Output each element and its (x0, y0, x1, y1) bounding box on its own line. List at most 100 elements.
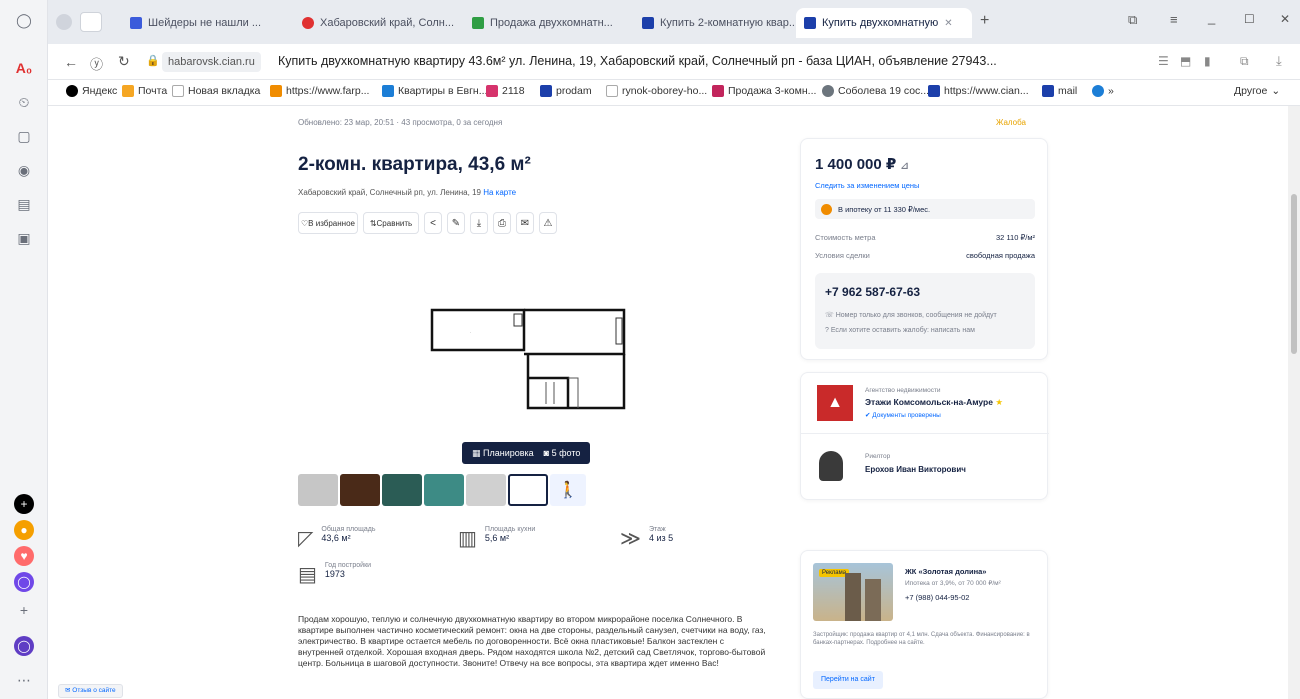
report-link[interactable]: Жалоба (996, 118, 1026, 127)
print-button[interactable]: ⎙ (493, 212, 511, 234)
app-icon-4[interactable]: ◯ (14, 572, 34, 592)
bookmark-soboleva[interactable]: Соболева 19 сос... (822, 85, 929, 97)
app-icon-3[interactable]: ♥ (14, 546, 34, 566)
extensions-icon[interactable]: ⧉ (1240, 54, 1249, 69)
bookmark-new-tab[interactable]: Новая вкладка (172, 85, 260, 97)
page-scrollbar[interactable] (1288, 106, 1300, 699)
bookmark-mail[interactable]: Почта (122, 85, 167, 97)
screenshot-icon[interactable]: ▣ (12, 226, 36, 250)
notes-icon[interactable]: ▤ (12, 192, 36, 216)
new-tab-icon[interactable]: + (980, 12, 989, 30)
map-link[interactable]: На карте (483, 188, 516, 197)
pencil-icon: ✎ (451, 217, 461, 229)
phone-number[interactable]: +7 962 587-67-63 (825, 285, 920, 299)
feedback-link[interactable]: ✉ Отзыв о сайте (58, 684, 123, 698)
thumbnail-active[interactable] (508, 474, 548, 506)
bookmark-prodam[interactable]: prodam (540, 85, 592, 97)
agent-name[interactable]: Ерохов Иван Викторович (865, 465, 966, 474)
tab-1[interactable]: Шейдеры не нашли ... (122, 8, 292, 38)
download-arrow-icon[interactable]: ⤓ (1276, 53, 1282, 69)
agency-logo-icon[interactable]: ▲ (817, 385, 853, 421)
compare-button[interactable]: ⇅ Сравнить (363, 212, 419, 234)
agency-name-text: Этажи Комсомольск-на-Амуре (865, 397, 993, 407)
share-button[interactable]: < (424, 212, 442, 234)
edit-button[interactable]: ✎ (447, 212, 465, 234)
close-window-icon[interactable]: ✕ (1280, 12, 1290, 26)
ad-phone[interactable]: +7 (988) 044-95-02 (905, 593, 969, 602)
params-block: ◸ Общая площадь 43,6 м² ▥ Площадь кухни 5,… (298, 526, 718, 606)
ad-image[interactable]: Реклама (813, 563, 893, 621)
thumbnail[interactable] (424, 474, 464, 506)
phone-small-icon: ☏ (825, 312, 836, 319)
bookmark-flats[interactable]: Квартиры в Евгн... (382, 85, 487, 97)
url-title-field[interactable]: Купить двухкомнатную квартиру 43.6м² ул.… (278, 54, 1138, 68)
bookmark-farp[interactable]: https://www.farp... (270, 85, 369, 97)
yandex-icon[interactable]: ⓨ (90, 54, 103, 73)
plan-toggle[interactable]: ▦ Планировка (472, 448, 534, 459)
chat-icon: ✉ (520, 217, 530, 229)
bookmark-mail-ru[interactable]: mail (1042, 85, 1077, 97)
downloads-icon[interactable]: ⬒ (1180, 54, 1191, 68)
favorite-button[interactable]: ♡ В избранное (298, 212, 358, 234)
price-watch-link[interactable]: Следить за изменением цены (815, 181, 919, 190)
app-icon-1[interactable]: + (14, 494, 34, 514)
history-icon[interactable]: ⏲ (12, 90, 36, 114)
bookmark-icon[interactable]: ▮ (1204, 54, 1211, 68)
tab-5-active[interactable]: Купить двухкомнатную ✕ (796, 8, 972, 38)
collections-icon[interactable]: ▢ (12, 124, 36, 148)
add-app-icon[interactable]: + (12, 598, 36, 622)
complaint-note-text[interactable]: Если хотите оставить жалобу: написать на… (831, 327, 975, 334)
alice-icon[interactable]: ◯ (12, 8, 36, 32)
bookmark-2118[interactable]: 2118 (486, 85, 525, 97)
reader-icon[interactable]: ☰ (1158, 54, 1169, 68)
bookmark-rynok[interactable]: rynok-oborey-ho... (606, 85, 707, 97)
page-content: Обновлено: 23 мар, 20:51 · 43 просмотра,… (48, 106, 1288, 699)
lock-icon[interactable]: 🔒 (146, 54, 160, 67)
back-arrow-icon[interactable]: ← (64, 54, 78, 70)
bookmark-other[interactable]: Другое ⌄ (1234, 85, 1280, 97)
complain-button[interactable]: ⚠ (539, 212, 557, 234)
download-button[interactable]: ⤓ (470, 212, 488, 234)
more-icon[interactable]: ⋯ (12, 668, 36, 692)
photos-toggle[interactable]: ◙ 5 фото (544, 448, 581, 458)
thumbnail[interactable] (382, 474, 422, 506)
param-value: 43,6 м² (321, 533, 351, 543)
print-icon: ⎙ (498, 217, 506, 229)
maximize-icon[interactable]: ☐ (1244, 12, 1255, 26)
reload-icon[interactable]: ↻ (118, 53, 130, 70)
app-icon-5[interactable]: ◯ (14, 636, 34, 656)
domain-badge[interactable]: habarovsk.cian.ru (162, 52, 261, 72)
thumbnail[interactable] (466, 474, 506, 506)
bookmark-extra[interactable]: » (1092, 85, 1114, 97)
tab-3[interactable]: Продажа двухкомнатн... (464, 8, 632, 38)
tab-4[interactable]: Купить 2-комнатную квар... (634, 8, 802, 38)
mortgage-banner[interactable]: В ипотеку от 11 330 ₽/мес. (815, 199, 1035, 219)
param-label: Год постройки (324, 562, 372, 569)
tab-group-icon[interactable] (56, 14, 72, 30)
kitchen-icon: ▥ (458, 528, 477, 550)
floor-plan-image[interactable]: · (428, 304, 628, 414)
ad-title[interactable]: ЖК «Золотая долина» (905, 567, 986, 576)
scrollbar-thumb[interactable] (1291, 194, 1297, 354)
agency-name[interactable]: Этажи Комсомольск-на-Амуре ★ (865, 397, 1003, 408)
thumbnail[interactable] (298, 474, 338, 506)
thumbnail[interactable] (340, 474, 380, 506)
price-history-icon[interactable]: ⊿ (901, 161, 909, 172)
ad-site-button[interactable]: Перейти на сайт (813, 671, 883, 689)
bookmark-label: https://www.farp... (286, 85, 370, 97)
media-icon[interactable]: ◉ (12, 158, 36, 182)
bookmark-sale-3room[interactable]: Продажа 3-комн... (712, 85, 816, 97)
bookmark-cian[interactable]: https://www.cian... (928, 85, 1029, 97)
profile-icon[interactable]: A₀ (12, 56, 36, 80)
close-tab-icon[interactable]: ✕ (944, 18, 952, 29)
app-icon-2[interactable]: ● (14, 520, 34, 540)
pinned-tab-icon[interactable] (80, 12, 102, 32)
menu-icon[interactable]: ≡ (1170, 12, 1178, 27)
bookmark-yandex[interactable]: Яндекс (66, 85, 117, 97)
minimize-icon[interactable]: _ (1208, 10, 1215, 25)
tab-manager-icon[interactable]: ⧉ (1128, 12, 1137, 28)
walking-person-icon[interactable]: 🚶 (550, 474, 586, 506)
tab-2[interactable]: Хабаровский край, Солн... (294, 8, 462, 38)
agent-avatar[interactable] (819, 451, 843, 481)
message-button[interactable]: ✉ (516, 212, 534, 234)
